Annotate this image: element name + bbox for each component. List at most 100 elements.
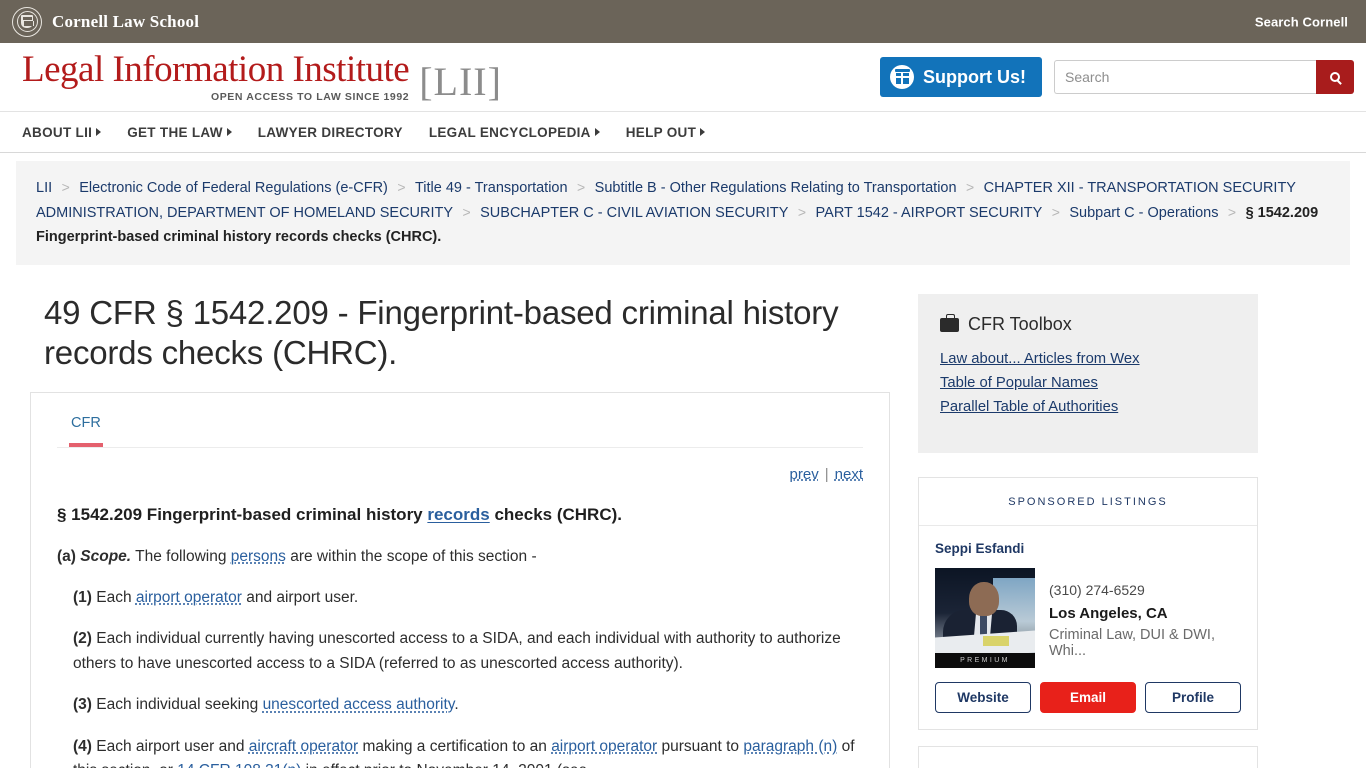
toolbox-link-popular-names[interactable]: Table of Popular Names — [940, 371, 1236, 395]
paragraph-a1: (1) Each airport operator and airport us… — [57, 586, 863, 610]
paragraph-a2: (2) Each individual currently having une… — [57, 627, 863, 676]
paragraph-a3: (3) Each individual seeking unescorted a… — [57, 693, 863, 717]
section-heading: § 1542.209 Fingerprint-based criminal hi… — [57, 505, 863, 525]
tab-cfr[interactable]: CFR — [69, 407, 103, 447]
profile-button[interactable]: Profile — [1145, 682, 1241, 713]
page-title: 49 CFR § 1542.209 - Fingerprint-based cr… — [44, 294, 839, 372]
prev-next-separator: | — [824, 465, 829, 483]
attorney-phone[interactable]: (310) 274-6529 — [1049, 582, 1241, 598]
attorney-city: Los Angeles, CA — [1049, 605, 1168, 622]
next-sidebar-panel — [918, 746, 1258, 768]
paragraph-a3-text-1: Each individual seeking — [91, 696, 263, 714]
paragraph-a-text-1: The following — [131, 547, 231, 565]
cornell-seal-icon — [12, 6, 42, 37]
prev-link[interactable]: prev — [790, 466, 819, 483]
attorney-practice-areas: Criminal Law, DUI & DWI, Whi... — [1049, 627, 1215, 659]
tab-strip: CFR — [57, 393, 863, 448]
paragraph-a1-text-1: Each — [91, 588, 136, 606]
section-heading-prefix: § 1542.209 Fingerprint-based criminal hi… — [57, 504, 428, 524]
unescorted-access-authority-link[interactable]: unescorted access authority — [263, 696, 455, 713]
lii-tagline: OPEN ACCESS TO LAW SINCE 1992 — [210, 91, 410, 103]
persons-link[interactable]: persons — [231, 548, 286, 565]
paragraph-a4-text-1: Each airport user and — [91, 737, 249, 755]
paragraph-a3-number: (3) — [73, 696, 92, 714]
support-us-label: Support Us! — [923, 66, 1026, 87]
sidebar-column: CFR Toolbox Law about... Articles from W… — [918, 265, 1258, 768]
support-us-button[interactable]: Support Us! — [880, 57, 1042, 97]
paragraph-a2-text: Each individual currently having unescor… — [73, 630, 841, 672]
attorney-photo[interactable]: PREMIUM — [935, 568, 1035, 668]
nav-item-legal-encyclopedia[interactable]: LEGAL ENCYCLOPEDIA — [429, 125, 600, 140]
cfr-108-31n-link[interactable]: 14 CFR 108.31(n) — [177, 762, 301, 768]
cfr-toolbox-title: CFR Toolbox — [968, 314, 1072, 334]
breadcrumb: LII > Electronic Code of Federal Regulat… — [16, 161, 1350, 265]
attorney-info: (310) 274-6529 Los Angeles, CA Criminal … — [1049, 568, 1241, 668]
breadcrumb-item-title-49[interactable]: Title 49 - Transportation — [415, 180, 568, 196]
breadcrumb-item-lii[interactable]: LII — [36, 180, 52, 196]
breadcrumb-separator: > — [966, 179, 975, 195]
lii-logo[interactable]: Legal Information Institute OPEN ACCESS … — [22, 51, 502, 103]
nav-item-lawyer-directory[interactable]: LAWYER DIRECTORY — [258, 125, 403, 140]
paragraph-a-scope-label: Scope. — [80, 547, 132, 565]
breadcrumb-separator: > — [1051, 204, 1060, 220]
email-button[interactable]: Email — [1040, 682, 1136, 713]
next-link[interactable]: next — [835, 466, 863, 483]
paragraph-a1-number: (1) — [73, 588, 92, 606]
cfr-toolbox-title-row: CFR Toolbox — [940, 313, 1236, 335]
breadcrumb-item-subtitle-b[interactable]: Subtitle B - Other Regulations Relating … — [595, 180, 957, 196]
lii-mark: [LII] — [419, 59, 502, 104]
breadcrumb-separator: > — [577, 179, 586, 195]
nav-item-help-out[interactable]: HELP OUT — [625, 124, 706, 140]
nav-item-about-lii[interactable]: ABOUT LII — [22, 125, 102, 140]
toolbox-link-parallel-authorities[interactable]: Parallel Table of Authorities — [940, 395, 1236, 419]
paragraph-a4-number: (4) — [73, 737, 92, 755]
breadcrumb-separator: > — [462, 204, 471, 220]
paragraph-a1-text-2: and airport user. — [241, 588, 359, 606]
nav-item-get-the-law[interactable]: GET THE LAW — [127, 125, 232, 140]
breadcrumb-item-part-1542[interactable]: PART 1542 - AIRPORT SECURITY — [816, 205, 1043, 221]
search-cornell-link[interactable]: Search Cornell — [1255, 14, 1348, 29]
cornell-logo-link[interactable]: Cornell Law School — [12, 6, 200, 37]
premium-badge: PREMIUM — [935, 653, 1035, 668]
nav-label: HELP OUT — [625, 124, 697, 140]
airport-operator-link[interactable]: airport operator — [136, 589, 242, 606]
chevron-right-icon — [96, 128, 102, 136]
cfr-panel: CFR prev | next § 1542.209 Fingerprint-bas… — [30, 391, 890, 768]
prev-next-nav: prev | next — [57, 466, 863, 483]
attorney-name[interactable]: Seppi Esfandi — [935, 541, 1241, 556]
breadcrumb-separator: > — [797, 204, 807, 220]
paragraph-a3-text-2: . — [454, 696, 459, 714]
breadcrumb-item-ecfr[interactable]: Electronic Code of Federal Regulations (… — [79, 180, 388, 196]
gift-icon — [890, 65, 914, 89]
breadcrumb-separator: > — [1227, 204, 1237, 220]
aircraft-operator-link[interactable]: aircraft operator — [249, 738, 358, 755]
chevron-right-icon — [594, 128, 600, 136]
breadcrumb-separator: > — [397, 179, 406, 195]
cornell-law-school-title: Cornell Law School — [52, 11, 200, 31]
cornell-top-bar: Cornell Law School Search Cornell — [0, 0, 1366, 43]
paragraph-a4: (4) Each airport user and aircraft opera… — [57, 735, 863, 768]
lii-masthead: Legal Information Institute OPEN ACCESS … — [0, 43, 1366, 111]
sponsored-listing-item: Seppi Esfandi PREMIUM (310) 274-6529 Los… — [919, 526, 1257, 729]
nav-label: LAWYER DIRECTORY — [257, 124, 403, 140]
search-submit-button[interactable] — [1316, 60, 1354, 94]
cfr-toolbox-panel: CFR Toolbox Law about... Articles from W… — [918, 294, 1258, 453]
breadcrumb-item-subpart-c[interactable]: Subpart C - Operations — [1069, 205, 1218, 221]
nav-label: LEGAL ENCYCLOPEDIA — [428, 124, 591, 140]
search-icon — [1330, 72, 1340, 82]
paragraph-a4-text-5: in effect prior to November 14, 2001 (se… — [301, 762, 587, 768]
nav-label: GET THE LAW — [127, 124, 223, 140]
paragraph-n-link[interactable]: paragraph (n) — [743, 738, 837, 755]
paragraph-a2-number: (2) — [73, 630, 92, 648]
section-heading-records-link[interactable]: records — [427, 505, 489, 524]
toolbox-link-wex-articles[interactable]: Law about... Articles from Wex — [940, 347, 1236, 371]
airport-operator-link-2[interactable]: airport operator — [551, 738, 657, 755]
page-body: 49 CFR § 1542.209 - Fingerprint-based cr… — [0, 265, 1366, 768]
breadcrumb-item-subchapter-c[interactable]: SUBCHAPTER C - CIVIL AVIATION SECURITY — [480, 205, 788, 221]
sponsored-listings-header: SPONSORED LISTINGS — [919, 478, 1257, 526]
site-search-group — [1054, 60, 1354, 94]
website-button[interactable]: Website — [935, 682, 1031, 713]
search-input[interactable] — [1054, 60, 1316, 94]
section-heading-suffix: checks (CHRC). — [489, 504, 622, 524]
lii-name: Legal Information Institute — [22, 49, 410, 90]
